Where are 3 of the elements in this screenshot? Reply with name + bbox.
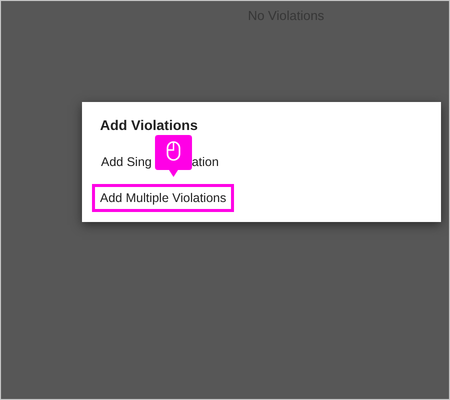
menu-option[interactable]: Add Sing ation <box>92 149 228 175</box>
dialog-title: Add Violations <box>100 117 198 133</box>
menu-option[interactable]: Add Multiple Violations <box>92 184 234 212</box>
